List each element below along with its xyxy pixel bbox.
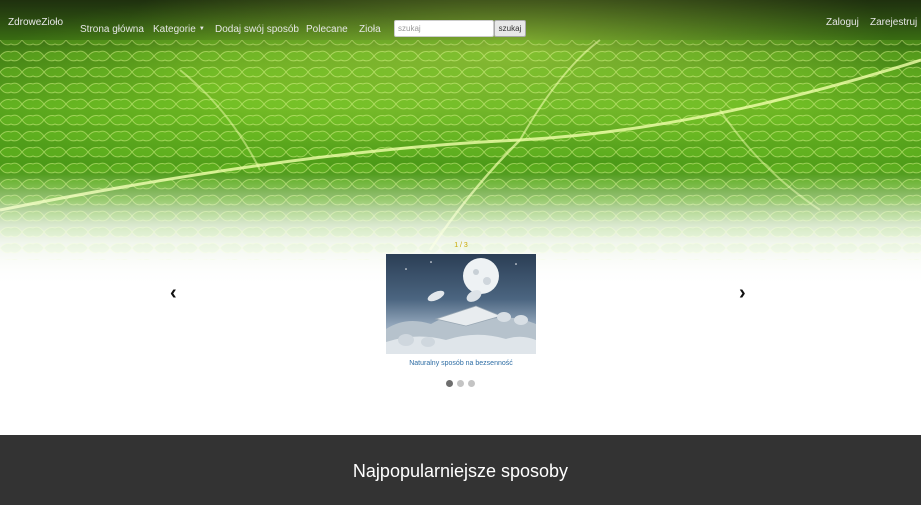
carousel-dot-1[interactable] bbox=[446, 380, 453, 387]
nav-item-add-method[interactable]: Dodaj swój sposób bbox=[215, 24, 299, 35]
moon-sheep-illustration bbox=[386, 258, 536, 354]
carousel-next-arrow[interactable]: › bbox=[739, 283, 746, 303]
login-link[interactable]: Zaloguj bbox=[826, 17, 859, 28]
register-link[interactable]: Zarejestruj bbox=[870, 17, 917, 28]
nav-item-categories-label: Kategorie bbox=[153, 24, 196, 35]
search-button[interactable]: szukaj bbox=[494, 20, 526, 37]
hero-fade-overlay bbox=[0, 0, 921, 435]
nav-item-home[interactable]: Strona główna bbox=[80, 24, 144, 35]
carousel-dot-3[interactable] bbox=[468, 380, 475, 387]
top-navbar: ZdroweZioło Strona główna Kategorie ▼ Dod… bbox=[0, 0, 921, 44]
caret-down-icon: ▼ bbox=[198, 26, 205, 33]
brand-logo-link[interactable]: ZdroweZioło bbox=[8, 17, 63, 28]
carousel-prev-arrow[interactable]: ‹ bbox=[170, 283, 177, 303]
slide-caption-link[interactable]: Naturalny sposób na bezsenność bbox=[386, 360, 536, 367]
slide-counter: 1 / 3 bbox=[454, 242, 468, 249]
nav-item-herbs[interactable]: Zioła bbox=[359, 24, 381, 35]
nav-item-recommended[interactable]: Polecane bbox=[306, 24, 348, 35]
carousel-dot-2[interactable] bbox=[457, 380, 464, 387]
popular-section: Najpopularniejsze sposoby bbox=[0, 435, 921, 505]
nav-item-categories[interactable]: Kategorie ▼ bbox=[153, 24, 205, 35]
hero-leaf-background bbox=[0, 0, 921, 435]
search-input[interactable] bbox=[394, 20, 494, 37]
popular-section-title: Najpopularniejsze sposoby bbox=[352, 461, 569, 481]
slide-image[interactable] bbox=[386, 254, 536, 354]
